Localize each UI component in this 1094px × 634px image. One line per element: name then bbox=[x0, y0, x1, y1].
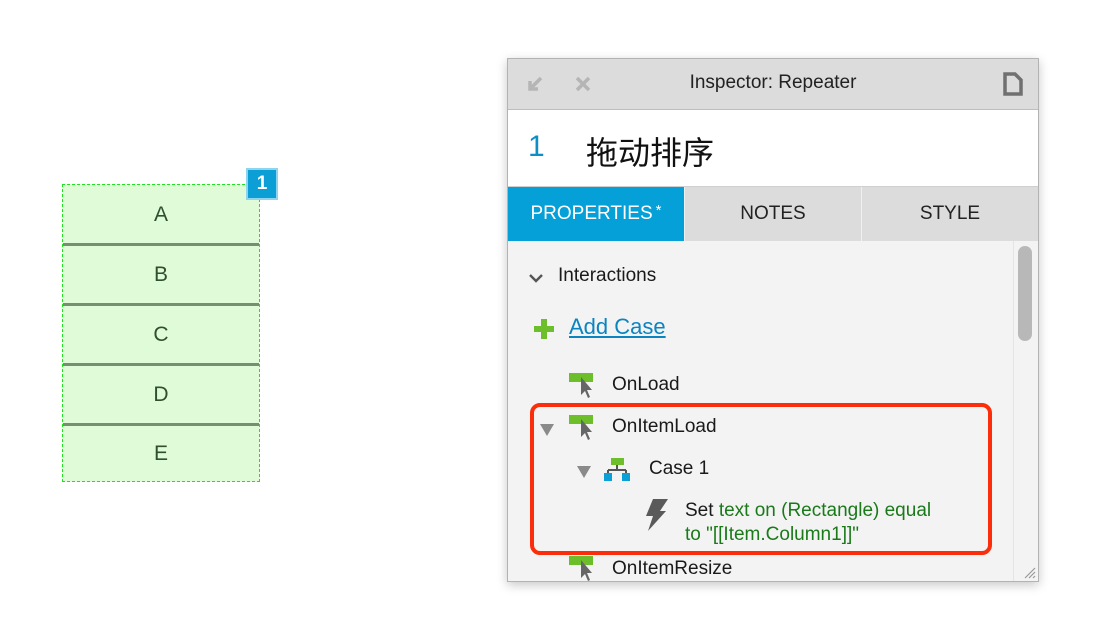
event-cursor-icon bbox=[569, 373, 593, 398]
scrollbar-thumb[interactable] bbox=[1018, 246, 1032, 341]
scrollbar[interactable] bbox=[1013, 241, 1038, 581]
chevron-down-icon[interactable] bbox=[528, 272, 544, 284]
unsaved-marker: * bbox=[655, 201, 662, 219]
widget-header: 1 拖动排序 bbox=[508, 110, 1038, 187]
event-onitemload[interactable]: OnItemLoad bbox=[612, 416, 717, 438]
widget-name[interactable]: 拖动排序 bbox=[586, 128, 714, 174]
expand-triangle-icon[interactable] bbox=[576, 465, 592, 479]
event-onload[interactable]: OnLoad bbox=[612, 374, 680, 396]
tab-label: STYLE bbox=[919, 203, 981, 224]
resize-grip-icon[interactable] bbox=[1020, 563, 1036, 579]
row-label: E bbox=[153, 442, 168, 465]
event-cursor-icon bbox=[569, 556, 593, 581]
tab-properties[interactable]: PROPERTIES * bbox=[508, 187, 685, 241]
repeater-widget[interactable]: A B C D E bbox=[62, 184, 260, 482]
widget-number-badge: 1 bbox=[246, 168, 278, 200]
expand-triangle-icon[interactable] bbox=[539, 423, 555, 437]
row-label: C bbox=[153, 323, 169, 346]
repeater-row[interactable]: C bbox=[63, 305, 259, 365]
tab-notes[interactable]: NOTES bbox=[685, 187, 862, 241]
add-case-link[interactable]: Add Case bbox=[569, 314, 666, 340]
tab-bar: PROPERTIES * NOTES STYLE bbox=[508, 187, 1038, 241]
section-interactions[interactable]: Interactions bbox=[558, 265, 656, 287]
tab-label: NOTES bbox=[740, 203, 806, 224]
page-icon[interactable] bbox=[1002, 71, 1024, 97]
case-1[interactable]: Case 1 bbox=[649, 458, 709, 480]
repeater-row[interactable]: B bbox=[63, 245, 259, 305]
event-onitemresize[interactable]: OnItemResize bbox=[612, 558, 732, 580]
row-label: D bbox=[153, 383, 169, 406]
plus-icon[interactable] bbox=[533, 318, 555, 340]
tab-style[interactable]: STYLE bbox=[862, 187, 1038, 241]
row-label: A bbox=[153, 203, 168, 226]
repeater-row[interactable]: A bbox=[63, 185, 259, 245]
lightning-icon bbox=[646, 499, 668, 531]
panel-title: Inspector: Repeater bbox=[689, 72, 857, 93]
action-verb: Set bbox=[685, 500, 714, 521]
tab-label: PROPERTIES bbox=[530, 203, 653, 224]
properties-content: Interactions Add Case OnLoad OnItemLoad bbox=[508, 241, 1038, 581]
inspector-panel: Inspector: Repeater 1 拖动排序 PROPERTIES * N… bbox=[507, 58, 1039, 582]
title-bar[interactable]: Inspector: Repeater bbox=[508, 59, 1038, 110]
action-detail: text on (Rectangle) equal bbox=[718, 500, 932, 521]
widget-number: 1 bbox=[528, 130, 545, 163]
case-tree-icon bbox=[604, 458, 630, 481]
action-line-2[interactable]: to "[[Item.Column1]]" bbox=[685, 524, 859, 546]
row-label: B bbox=[153, 263, 168, 286]
repeater-row[interactable]: D bbox=[63, 365, 259, 425]
event-cursor-icon bbox=[569, 415, 593, 440]
repeater-row[interactable]: E bbox=[63, 424, 259, 484]
action-line-1[interactable]: Set text on (Rectangle) equal bbox=[685, 500, 931, 522]
